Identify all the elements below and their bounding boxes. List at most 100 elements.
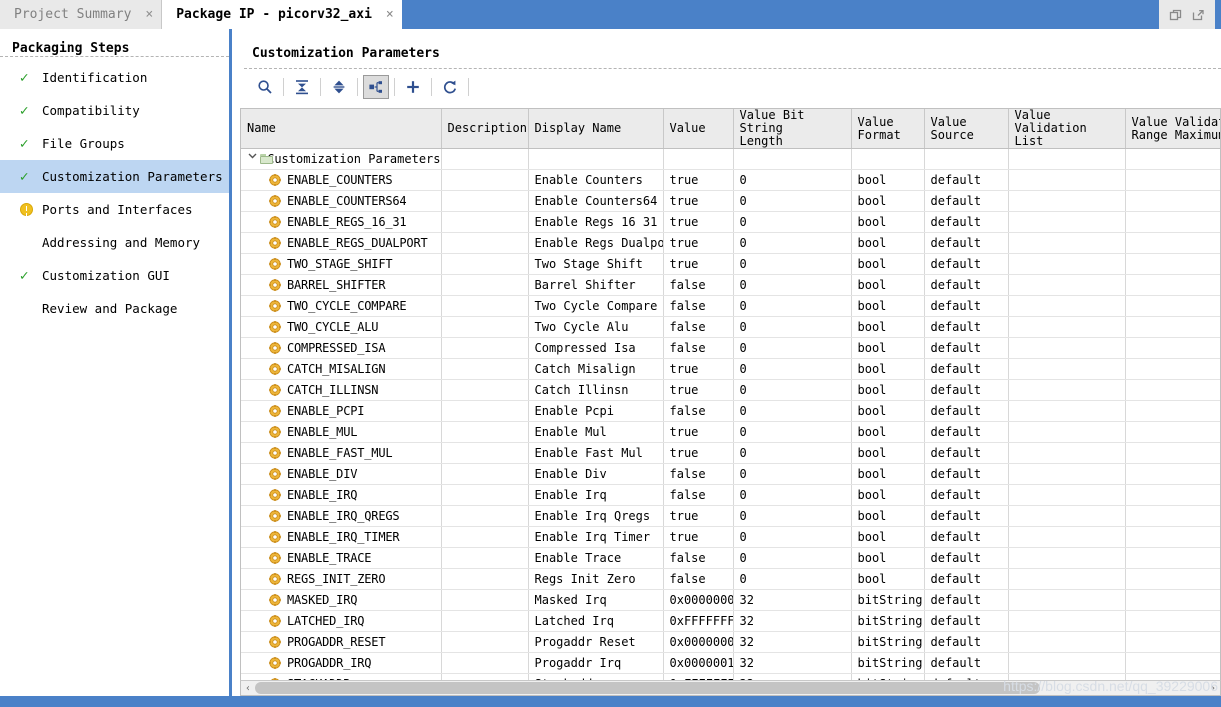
- parameter-validation-range-max-cell[interactable]: [1125, 211, 1220, 233]
- sidebar-item-customization-gui[interactable]: ✓ Customization GUI: [0, 259, 229, 292]
- parameter-source-cell[interactable]: default: [924, 190, 1009, 212]
- table-row[interactable]: PROGADDR_RESET Progaddr Reset 0x00000000 32…: [241, 631, 1220, 653]
- parameter-description-cell[interactable]: [441, 463, 529, 485]
- parameter-validation-list-cell[interactable]: [1008, 358, 1126, 380]
- add-icon[interactable]: [400, 75, 426, 99]
- parameter-format-cell[interactable]: bool: [851, 253, 925, 275]
- parameter-display-name-cell[interactable]: Latched Irq: [528, 610, 664, 632]
- table-row[interactable]: COMPRESSED_ISA Compressed Isa false 0 bool de…: [241, 337, 1220, 359]
- horizontal-scrollbar[interactable]: ‹ ›: [240, 680, 1221, 696]
- maximize-window-icon[interactable]: [1191, 8, 1205, 22]
- parameter-name-cell[interactable]: PROGADDR_RESET: [241, 631, 442, 653]
- parameter-bit-string-length-cell[interactable]: 0: [733, 274, 852, 296]
- parameter-source-cell[interactable]: default: [924, 358, 1009, 380]
- parameter-display-name-cell[interactable]: Enable Pcpi: [528, 400, 664, 422]
- table-row[interactable]: PROGADDR_IRQ Progaddr Irq 0x00000010 32 bitS…: [241, 652, 1220, 674]
- table-row[interactable]: ENABLE_REGS_DUALPORT Enable Regs Dualport…: [241, 232, 1220, 254]
- parameter-description-cell[interactable]: [441, 589, 529, 611]
- parameter-description-cell[interactable]: [441, 274, 529, 296]
- parameter-value-cell[interactable]: 0x00000000: [663, 631, 734, 653]
- parameter-description-cell[interactable]: [441, 421, 529, 443]
- parameter-bit-string-length-cell[interactable]: 0: [733, 568, 852, 590]
- parameter-bit-string-length-cell[interactable]: 0: [733, 442, 852, 464]
- parameter-source-cell[interactable]: default: [924, 421, 1009, 443]
- parameter-display-name-cell[interactable]: Regs Init Zero: [528, 568, 664, 590]
- parameter-description-cell[interactable]: [441, 169, 529, 191]
- parameter-value-cell[interactable]: true: [663, 505, 734, 527]
- column-header-value-format[interactable]: Value Format: [851, 109, 925, 149]
- parameter-name-cell[interactable]: ENABLE_COUNTERS: [241, 169, 442, 191]
- parameter-format-cell[interactable]: bool: [851, 463, 925, 485]
- parameter-validation-list-cell[interactable]: [1008, 337, 1126, 359]
- parameter-bit-string-length-cell[interactable]: 0: [733, 190, 852, 212]
- parameter-validation-list-cell[interactable]: [1008, 211, 1126, 233]
- parameter-format-cell[interactable]: bool: [851, 211, 925, 233]
- parameter-source-cell[interactable]: default: [924, 631, 1009, 653]
- parameter-description-cell[interactable]: [441, 253, 529, 275]
- parameter-bit-string-length-cell[interactable]: 0: [733, 316, 852, 338]
- parameter-validation-range-max-cell[interactable]: [1125, 337, 1220, 359]
- parameter-value-cell[interactable]: 0x00000010: [663, 652, 734, 674]
- parameter-bit-string-length-cell[interactable]: 0: [733, 379, 852, 401]
- parameter-validation-list-cell[interactable]: [1008, 631, 1126, 653]
- table-row[interactable]: ENABLE_TRACE Enable Trace false 0 bool defaul…: [241, 547, 1220, 569]
- parameter-name-cell[interactable]: ENABLE_IRQ_QREGS: [241, 505, 442, 527]
- parameter-source-cell[interactable]: default: [924, 337, 1009, 359]
- parameter-display-name-cell[interactable]: Enable Mul: [528, 421, 664, 443]
- parameter-display-name-cell[interactable]: Enable Regs Dualport: [528, 232, 664, 254]
- parameter-description-cell[interactable]: [441, 526, 529, 548]
- parameter-bit-string-length-cell[interactable]: 0: [733, 547, 852, 569]
- parameter-bit-string-length-cell[interactable]: 0: [733, 505, 852, 527]
- parameter-description-cell[interactable]: [441, 211, 529, 233]
- parameter-source-cell[interactable]: default: [924, 505, 1009, 527]
- parameter-description-cell[interactable]: [441, 316, 529, 338]
- parameter-name-cell[interactable]: ENABLE_TRACE: [241, 547, 442, 569]
- parameter-value-cell[interactable]: false: [663, 484, 734, 506]
- table-row[interactable]: TWO_STAGE_SHIFT Two Stage Shift true 0 bool d…: [241, 253, 1220, 275]
- parameter-name-cell[interactable]: ENABLE_MUL: [241, 421, 442, 443]
- parameter-validation-list-cell[interactable]: [1008, 526, 1126, 548]
- parameter-format-cell[interactable]: bool: [851, 169, 925, 191]
- parameter-validation-range-max-cell[interactable]: [1125, 589, 1220, 611]
- parameter-value-cell[interactable]: true: [663, 253, 734, 275]
- parameter-validation-list-cell[interactable]: [1008, 589, 1126, 611]
- parameter-description-cell[interactable]: [441, 568, 529, 590]
- parameter-validation-range-max-cell[interactable]: [1125, 547, 1220, 569]
- parameter-validation-range-max-cell[interactable]: [1125, 190, 1220, 212]
- parameter-source-cell[interactable]: default: [924, 589, 1009, 611]
- parameter-validation-list-cell[interactable]: [1008, 400, 1126, 422]
- parameter-bit-string-length-cell[interactable]: 0: [733, 358, 852, 380]
- table-row[interactable]: ENABLE_DIV Enable Div false 0 bool default: [241, 463, 1220, 485]
- parameter-validation-range-max-cell[interactable]: [1125, 421, 1220, 443]
- parameter-source-cell[interactable]: default: [924, 211, 1009, 233]
- parameter-validation-list-cell[interactable]: [1008, 610, 1126, 632]
- parameter-source-cell[interactable]: default: [924, 316, 1009, 338]
- parameter-display-name-cell[interactable]: Progaddr Irq: [528, 652, 664, 674]
- parameter-format-cell[interactable]: bitString: [851, 610, 925, 632]
- parameter-bit-string-length-cell[interactable]: 0: [733, 400, 852, 422]
- restore-window-icon[interactable]: [1169, 8, 1183, 22]
- parameter-validation-list-cell[interactable]: [1008, 652, 1126, 674]
- parameter-display-name-cell[interactable]: Two Cycle Alu: [528, 316, 664, 338]
- close-icon[interactable]: ×: [145, 8, 153, 21]
- column-header-description[interactable]: Description: [441, 109, 529, 149]
- scroll-right-arrow-icon[interactable]: ›: [1206, 683, 1220, 694]
- parameter-bit-string-length-cell[interactable]: 0: [733, 484, 852, 506]
- table-row[interactable]: ENABLE_IRQ Enable Irq false 0 bool default: [241, 484, 1220, 506]
- column-header-value-source[interactable]: Value Source: [924, 109, 1009, 149]
- parameter-value-cell[interactable]: true: [663, 190, 734, 212]
- parameter-display-name-cell[interactable]: Two Stage Shift: [528, 253, 664, 275]
- parameter-name-cell[interactable]: TWO_CYCLE_ALU: [241, 316, 442, 338]
- group-name-cell[interactable]: Customization Parameters: [241, 148, 442, 170]
- sidebar-item-compatibility[interactable]: ✓ Compatibility: [0, 94, 229, 127]
- parameter-description-cell[interactable]: [441, 295, 529, 317]
- parameter-name-cell[interactable]: CATCH_ILLINSN: [241, 379, 442, 401]
- parameter-value-cell[interactable]: true: [663, 169, 734, 191]
- parameter-description-cell[interactable]: [441, 190, 529, 212]
- parameter-validation-list-cell[interactable]: [1008, 463, 1126, 485]
- parameter-source-cell[interactable]: default: [924, 169, 1009, 191]
- parameter-format-cell[interactable]: bool: [851, 568, 925, 590]
- sidebar-item-addressing-and-memory[interactable]: Addressing and Memory: [0, 226, 229, 259]
- parameter-validation-range-max-cell[interactable]: [1125, 463, 1220, 485]
- parameter-description-cell[interactable]: [441, 442, 529, 464]
